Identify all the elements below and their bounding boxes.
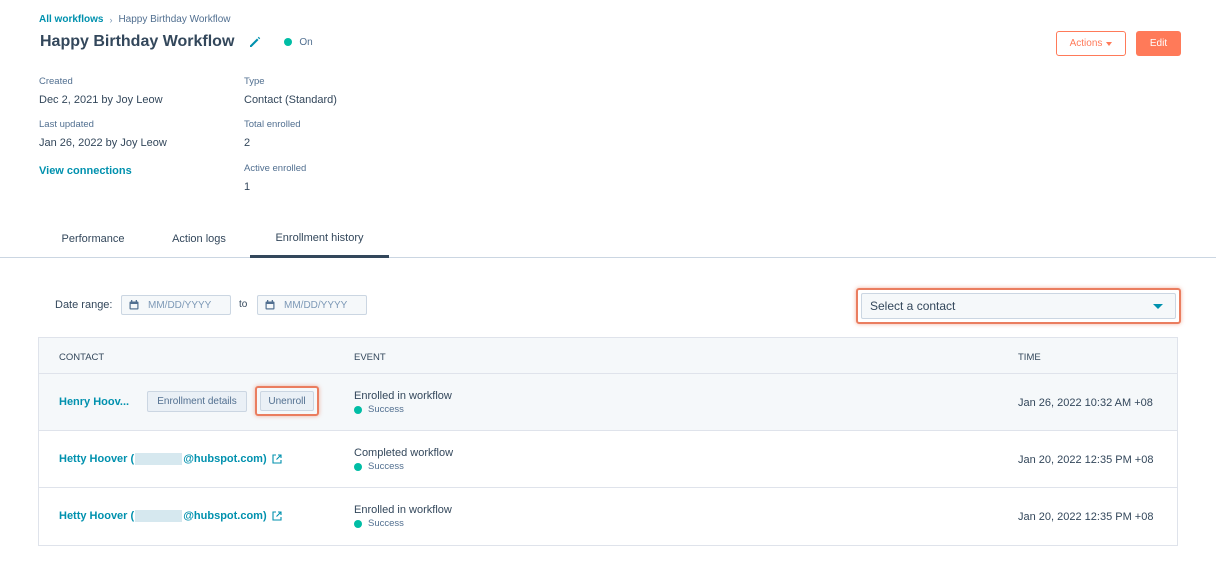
- date-to-placeholder: MM/DD/YYYY: [284, 299, 348, 311]
- breadcrumb-separator: ›: [109, 14, 113, 25]
- time-cell: Jan 20, 2022 12:35 PM +08: [1018, 454, 1154, 466]
- event-status-label: Success: [368, 518, 404, 529]
- enrollment-history-table: CONTACT EVENT TIME Henry Hoov... Enrollm…: [38, 337, 1178, 546]
- created-label: Created: [39, 76, 73, 87]
- type-label: Type: [244, 76, 265, 87]
- actions-button-label: Actions: [1069, 38, 1103, 49]
- tab-action-logs[interactable]: Action logs: [148, 220, 250, 257]
- tab-performance[interactable]: Performance: [41, 220, 145, 257]
- page-title: Happy Birthday Workflow: [40, 33, 235, 50]
- column-header-event: EVENT: [354, 352, 386, 363]
- contact-link[interactable]: Hetty Hoover ( @hubspot.com): [59, 510, 282, 522]
- external-link-icon: [272, 511, 282, 521]
- workflow-status: On: [284, 36, 313, 48]
- status-dot-icon: [284, 38, 293, 46]
- unenroll-highlight: Unenroll: [255, 386, 319, 416]
- pencil-icon[interactable]: [248, 35, 262, 49]
- success-dot-icon: [354, 519, 362, 528]
- event-cell: Completed workflow Success: [354, 447, 453, 472]
- redacted-email: [135, 453, 183, 465]
- date-from-input[interactable]: MM/DD/YYYY: [121, 295, 231, 315]
- event-name: Completed workflow: [354, 447, 454, 459]
- updated-value: Jan 26, 2022 by Joy Leow: [39, 137, 167, 149]
- table-row: Hetty Hoover ( @hubspot.com) Completed w…: [39, 431, 1177, 488]
- date-from-placeholder: MM/DD/YYYY: [148, 299, 212, 311]
- event-cell: Enrolled in workflow Success: [354, 504, 452, 529]
- contact-link[interactable]: Henry Hoov...: [59, 396, 129, 408]
- external-link-icon: [272, 454, 282, 464]
- contact-email-suffix: @hubspot.com): [183, 510, 267, 522]
- type-value: Contact (Standard): [244, 94, 337, 106]
- calendar-icon: [265, 300, 275, 310]
- breadcrumb-all-workflows-link[interactable]: All workflows: [39, 14, 103, 25]
- caret-down-icon: [1106, 41, 1113, 46]
- status-label: On: [299, 36, 313, 48]
- enrollment-details-button[interactable]: Enrollment details: [147, 391, 247, 412]
- created-value: Dec 2, 2021 by Joy Leow: [39, 94, 163, 106]
- table-header: CONTACT EVENT TIME: [39, 338, 1177, 374]
- time-cell: Jan 20, 2022 12:35 PM +08: [1018, 511, 1154, 523]
- event-status-label: Success: [368, 404, 404, 415]
- contact-link[interactable]: Hetty Hoover ( @hubspot.com): [59, 453, 282, 465]
- created-meta: Created Dec 2, 2021 by Joy Leow: [39, 76, 163, 106]
- table-row: Hetty Hoover ( @hubspot.com) Enrolled in…: [39, 488, 1177, 545]
- column-header-time: TIME: [1018, 352, 1041, 363]
- breadcrumb: All workflows › Happy Birthday Workflow: [39, 14, 231, 25]
- tab-enrollment-history[interactable]: Enrollment history: [250, 220, 389, 258]
- title-row: Happy Birthday Workflow On: [40, 33, 313, 51]
- contact-select-highlight: Select a contact: [856, 288, 1181, 324]
- active-enrolled-value: 1: [244, 181, 251, 193]
- success-dot-icon: [354, 405, 362, 414]
- event-status: Success: [354, 404, 452, 415]
- event-cell: Enrolled in workflow Success: [354, 390, 452, 415]
- breadcrumb-current: Happy Birthday Workflow: [118, 14, 231, 25]
- actions-button[interactable]: Actions: [1056, 31, 1126, 56]
- event-status-label: Success: [368, 461, 404, 472]
- contact-select-dropdown[interactable]: Select a contact: [861, 293, 1176, 319]
- caret-down-icon: [1153, 303, 1163, 309]
- tab-bar: Performance Action logs Enrollment histo…: [0, 220, 1216, 258]
- event-name: Enrolled in workflow: [354, 504, 452, 516]
- date-to-input[interactable]: MM/DD/YYYY: [257, 295, 367, 315]
- contact-name-prefix: Hetty Hoover (: [59, 453, 135, 465]
- active-enrolled-label: Active enrolled: [244, 163, 307, 174]
- updated-label: Last updated: [39, 119, 94, 130]
- active-enrolled-meta: Active enrolled 1: [244, 163, 306, 193]
- contact-email-suffix: @hubspot.com): [183, 453, 267, 465]
- view-connections-link[interactable]: View connections: [39, 165, 132, 177]
- redacted-email: [135, 510, 183, 522]
- success-dot-icon: [354, 462, 362, 471]
- calendar-icon: [129, 300, 139, 310]
- total-enrolled-value: 2: [244, 137, 251, 149]
- unenroll-button[interactable]: Unenroll: [260, 391, 314, 411]
- event-name: Enrolled in workflow: [354, 390, 452, 402]
- event-status: Success: [354, 461, 453, 472]
- total-enrolled-label: Total enrolled: [244, 119, 301, 130]
- contact-name-prefix: Hetty Hoover (: [59, 510, 135, 522]
- updated-meta: Last updated Jan 26, 2022 by Joy Leow: [39, 119, 167, 149]
- to-label: to: [239, 299, 248, 310]
- column-header-contact: CONTACT: [59, 352, 105, 363]
- contact-select-label: Select a contact: [870, 299, 956, 313]
- time-cell: Jan 26, 2022 10:32 AM +08: [1018, 397, 1153, 409]
- event-status: Success: [354, 518, 452, 529]
- type-meta: Type Contact (Standard): [244, 76, 337, 106]
- date-range-label: Date range:: [55, 299, 113, 311]
- edit-button[interactable]: Edit: [1136, 31, 1181, 56]
- total-enrolled-meta: Total enrolled 2: [244, 119, 301, 149]
- table-row: Henry Hoov... Enrollment details Unenrol…: [39, 374, 1177, 431]
